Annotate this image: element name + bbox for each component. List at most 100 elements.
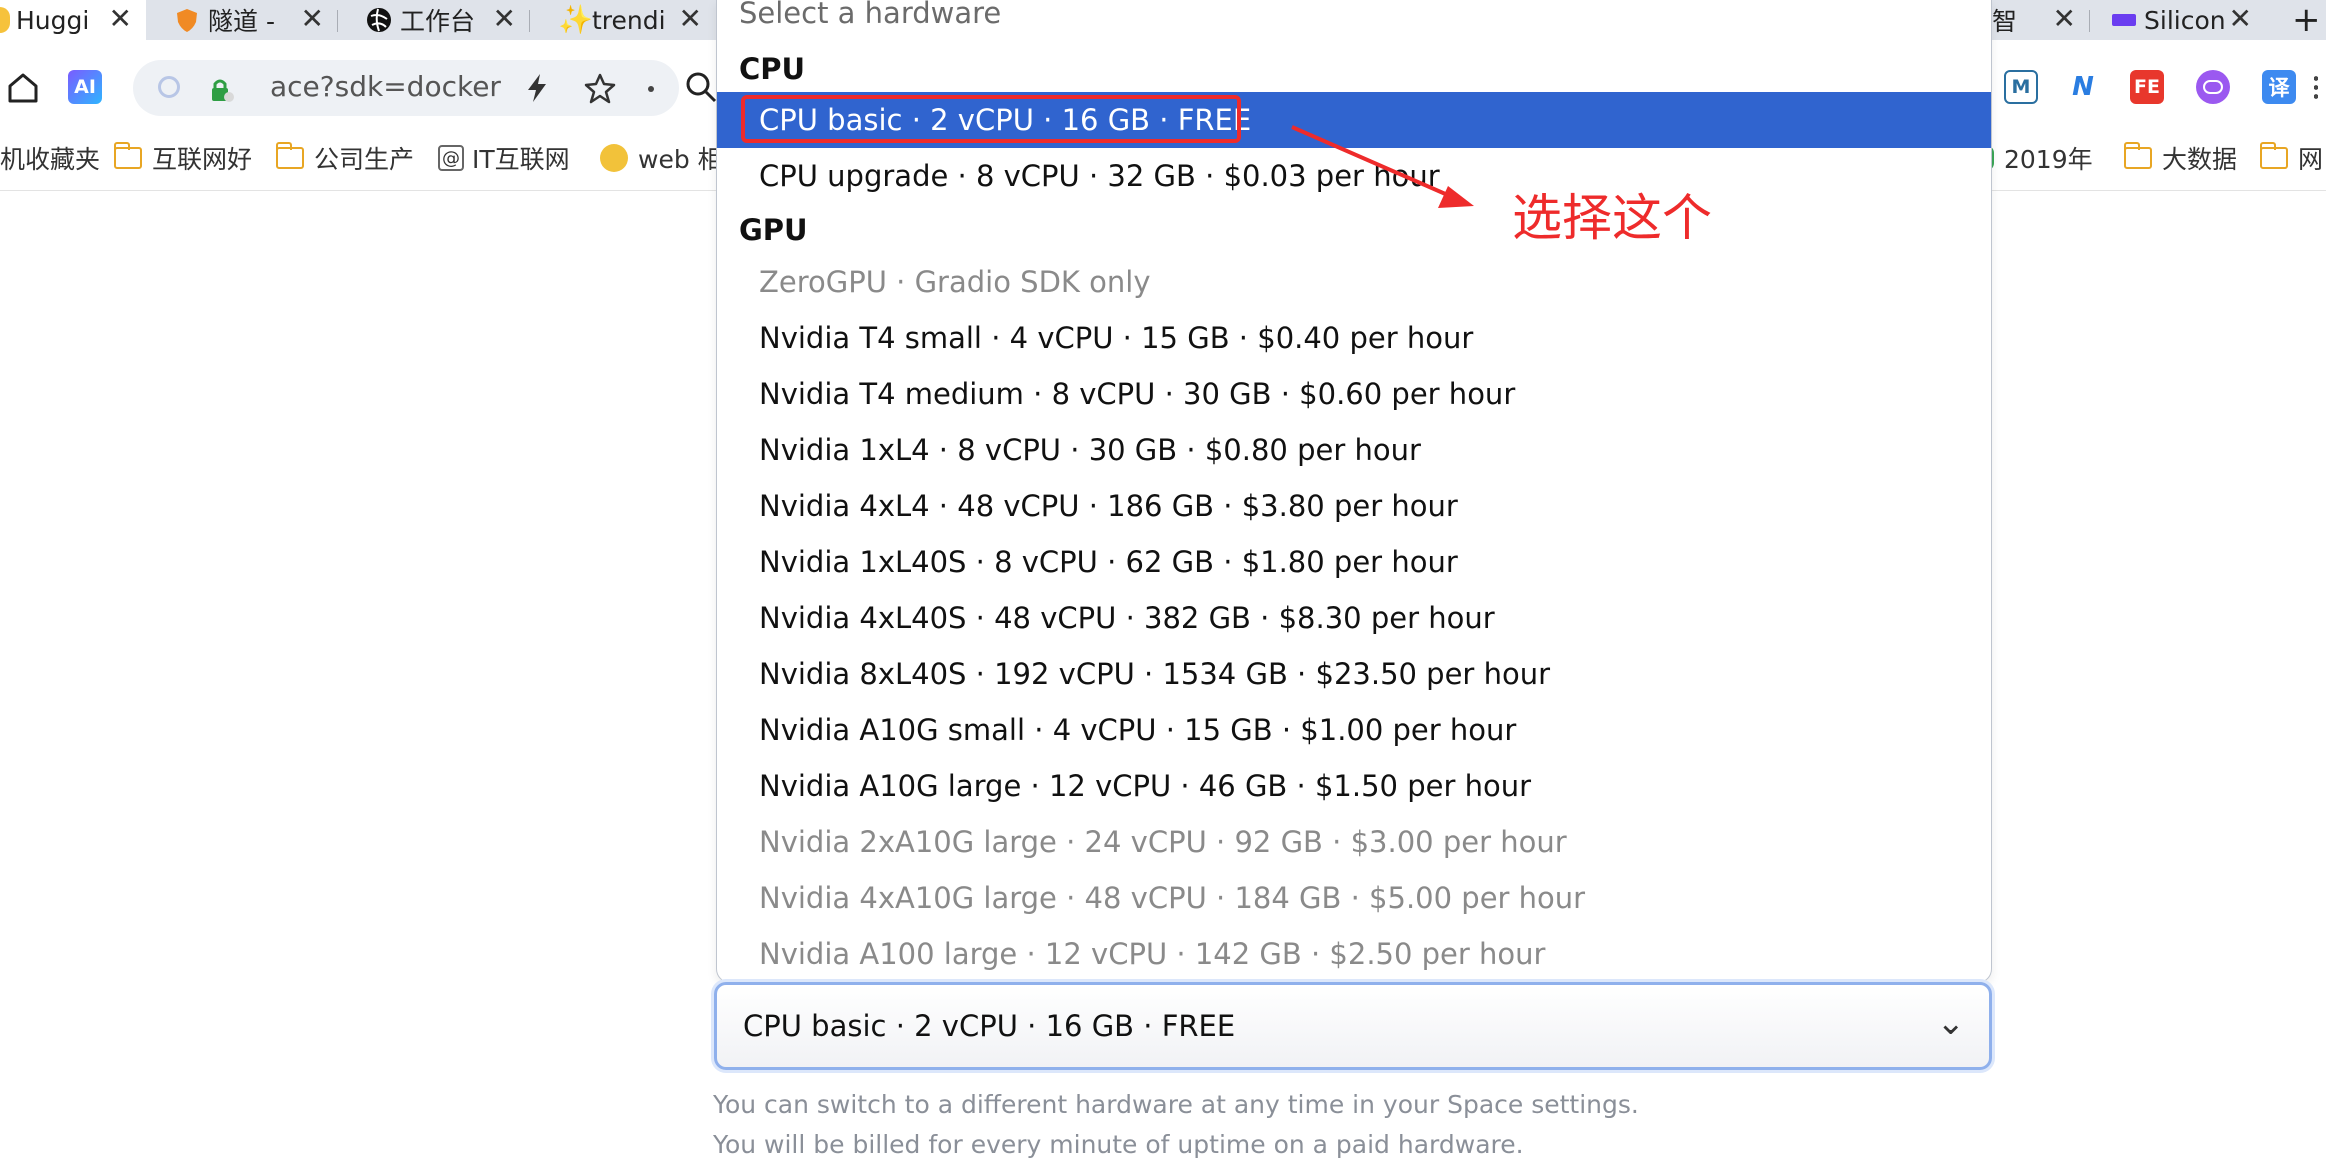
option-label: CPU upgrade · 8 vCPU · 32 GB · $0.03 per… — [759, 159, 1440, 193]
lightning-icon[interactable] — [524, 72, 550, 104]
chevron-down-icon: ⌄ — [1936, 1003, 1966, 1043]
group-label-cpu: CPU — [739, 52, 806, 86]
group-label-gpu: GPU — [739, 213, 808, 247]
bookmark-label: 网 — [2298, 145, 2324, 174]
bookmark-label: web 相 — [638, 145, 723, 174]
bookmark-item[interactable]: @ IT互联网 — [438, 140, 570, 176]
more-dot-icon[interactable] — [648, 86, 654, 92]
bookmark-label: 大数据 — [2162, 145, 2238, 174]
option-t4-small[interactable]: Nvidia T4 small · 4 vCPU · 15 GB · $0.40… — [717, 310, 1991, 366]
close-icon[interactable]: ✕ — [2053, 2, 2076, 35]
option-4xl40s[interactable]: Nvidia 4xL40S · 48 vCPU · 382 GB · $8.30… — [717, 590, 1991, 646]
billing-help-text: You will be billed for every minute of u… — [713, 1130, 1524, 1159]
bookmark-folder[interactable]: 大数据 — [2124, 140, 2237, 176]
option-a10g-large[interactable]: Nvidia A10G large · 12 vCPU · 46 GB · $1… — [717, 758, 1991, 814]
option-label: Nvidia A10G large · 12 vCPU · 46 GB · $1… — [759, 769, 1532, 803]
shield-icon — [177, 9, 197, 32]
close-icon[interactable]: ✕ — [2229, 2, 2252, 35]
web-site-icon — [600, 144, 628, 172]
option-label: Nvidia T4 small · 4 vCPU · 15 GB · $0.40… — [759, 321, 1474, 355]
tab-label: 智 — [1992, 7, 2018, 36]
tab-label: trendi — [592, 5, 666, 35]
tab-label: Huggi — [16, 5, 90, 35]
annotation-text: 选择这个 — [1512, 189, 1712, 247]
bookmark-folder[interactable]: 网 — [2260, 140, 2323, 176]
ai-assistant-icon[interactable]: AI — [68, 70, 102, 104]
bookmark-label: 互联网好 — [152, 145, 253, 174]
tab-workbench[interactable]: 工作台 ✕ — [352, 0, 530, 40]
bookmark-label: 2019年 — [2004, 145, 2093, 174]
folder-icon — [2124, 142, 2152, 169]
chat-extension-icon[interactable] — [2196, 70, 2230, 104]
option-4xa10g-large[interactable]: Nvidia 4xA10G large · 48 vCPU · 184 GB ·… — [717, 870, 1991, 926]
tab-huggingface[interactable]: Huggi ✕ — [0, 0, 146, 40]
option-cpu-upgrade[interactable]: CPU upgrade · 8 vCPU · 32 GB · $0.03 per… — [717, 148, 1991, 204]
bookmark-folder[interactable]: 公司生产 — [276, 140, 414, 176]
tab-partial[interactable]: 智 ✕ — [1990, 0, 2090, 40]
new-tab-button[interactable]: + — [2292, 0, 2326, 40]
option-label: Nvidia 1xL40S · 8 vCPU · 62 GB · $1.80 p… — [759, 545, 1458, 579]
tab-tunnel[interactable]: 隧道 - ✕ — [160, 0, 338, 40]
select-value: CPU basic · 2 vCPU · 16 GB · FREE — [743, 1009, 1236, 1043]
tab-trending[interactable]: ✨ trendi ✕ — [544, 0, 716, 40]
address-text[interactable]: ace?sdk=docker — [270, 70, 501, 103]
hardware-help-text: You can switch to a different hardware a… — [713, 1090, 1639, 1119]
option-label: Nvidia T4 medium · 8 vCPU · 30 GB · $0.6… — [759, 377, 1516, 411]
hugging-face-icon — [0, 7, 10, 33]
m-extension-icon[interactable]: M — [2004, 70, 2038, 104]
bookmark-item[interactable]: 2019年 — [1986, 140, 2093, 176]
option-4xl4[interactable]: Nvidia 4xL4 · 48 vCPU · 186 GB · $3.80 p… — [717, 478, 1991, 534]
option-8xl40s[interactable]: Nvidia 8xL40S · 192 vCPU · 1534 GB · $23… — [717, 646, 1991, 702]
search-icon[interactable] — [684, 70, 718, 104]
option-label: Nvidia 4xA10G large · 48 vCPU · 184 GB ·… — [759, 881, 1586, 915]
bookmark-label: IT互联网 — [472, 145, 570, 174]
option-a10g-small[interactable]: Nvidia A10G small · 4 vCPU · 15 GB · $1.… — [717, 702, 1991, 758]
option-1xl40s[interactable]: Nvidia 1xL40S · 8 vCPU · 62 GB · $1.80 p… — [717, 534, 1991, 590]
option-zerogpu[interactable]: ZeroGPU · Gradio SDK only — [717, 254, 1991, 310]
bookmark-label: 机收藏夹 — [0, 145, 101, 174]
bookmark-item[interactable]: web 相 — [600, 140, 723, 176]
close-icon[interactable]: ✕ — [679, 2, 702, 35]
close-icon[interactable]: ✕ — [493, 2, 516, 35]
option-label: ZeroGPU · Gradio SDK only — [759, 265, 1151, 299]
option-t4-medium[interactable]: Nvidia T4 medium · 8 vCPU · 30 GB · $0.6… — [717, 366, 1991, 422]
bookmark-item[interactable]: 机收藏夹 — [0, 140, 100, 176]
bookmark-folder[interactable]: 互联网好 — [114, 140, 252, 176]
tab-label: 工作台 — [400, 7, 476, 36]
hardware-dropdown-list[interactable]: Select a hardware CPU CPU basic · 2 vCPU… — [716, 0, 1992, 983]
folder-icon — [2260, 142, 2288, 169]
folder-icon — [276, 142, 304, 169]
globe-icon — [367, 8, 391, 32]
tab-label: Silicon — [2144, 5, 2226, 35]
star-icon[interactable] — [584, 72, 616, 104]
option-label: Nvidia 4xL4 · 48 vCPU · 186 GB · $3.80 p… — [759, 489, 1458, 523]
option-label: Nvidia A10G small · 4 vCPU · 15 GB · $1.… — [759, 713, 1517, 747]
siliconflow-icon — [2112, 14, 2136, 26]
option-label: Nvidia 1xL4 · 8 vCPU · 30 GB · $0.80 per… — [759, 433, 1421, 467]
tab-label: 隧道 - — [208, 7, 275, 36]
dropdown-placeholder: Select a hardware — [739, 0, 1002, 30]
home-icon[interactable] — [6, 72, 40, 104]
site-info-icon[interactable] — [158, 76, 180, 98]
fe-extension-icon[interactable]: FE — [2130, 70, 2164, 104]
option-label: Nvidia 2xA10G large · 24 vCPU · 92 GB · … — [759, 825, 1567, 859]
sparkle-icon: ✨ — [558, 3, 593, 36]
menu-icon[interactable] — [2314, 74, 2318, 100]
close-icon[interactable]: ✕ — [301, 2, 324, 35]
option-label: Nvidia 4xL40S · 48 vCPU · 382 GB · $8.30… — [759, 601, 1495, 635]
option-2xa10g-large[interactable]: Nvidia 2xA10G large · 24 vCPU · 92 GB · … — [717, 814, 1991, 870]
tab-silicon[interactable]: Silicon ✕ — [2104, 0, 2266, 40]
bookmark-label: 公司生产 — [314, 145, 415, 174]
translate-icon[interactable]: 译 — [2262, 70, 2296, 104]
option-label: Nvidia 8xL40S · 192 vCPU · 1534 GB · $23… — [759, 657, 1551, 691]
it-site-icon: @ — [438, 145, 464, 171]
lock-icon[interactable] — [208, 76, 234, 102]
close-icon[interactable]: ✕ — [109, 2, 132, 35]
hardware-select[interactable]: CPU basic · 2 vCPU · 16 GB · FREE ⌄ — [714, 982, 1992, 1070]
option-a100-large[interactable]: Nvidia A100 large · 12 vCPU · 142 GB · $… — [717, 926, 1991, 982]
option-1xl4[interactable]: Nvidia 1xL4 · 8 vCPU · 30 GB · $0.80 per… — [717, 422, 1991, 478]
highlight-box — [741, 95, 1241, 143]
option-label: Nvidia A100 large · 12 vCPU · 142 GB · $… — [759, 937, 1546, 971]
folder-icon — [114, 142, 142, 169]
n-extension-icon[interactable]: N — [2066, 70, 2100, 104]
